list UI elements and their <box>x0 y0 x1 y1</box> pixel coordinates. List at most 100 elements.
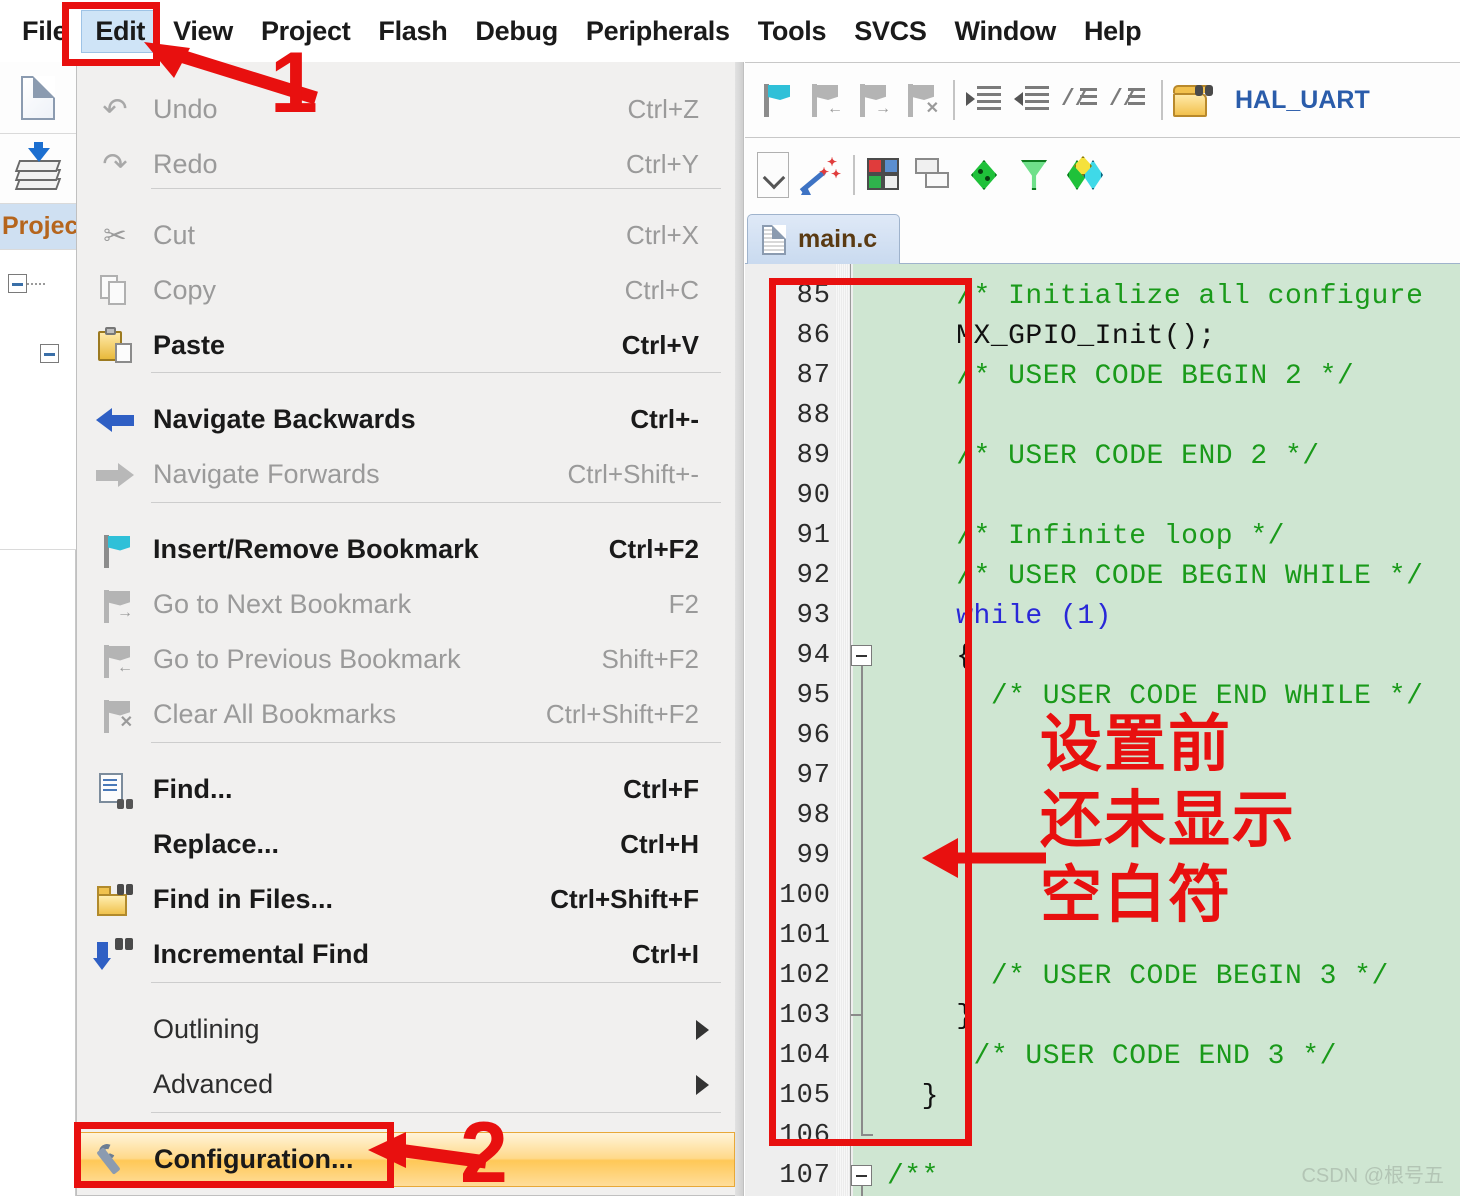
tab-main-c[interactable]: main.c <box>747 214 901 264</box>
fold-collapse-icon[interactable] <box>851 645 872 666</box>
fold-marker-cell[interactable] <box>837 676 887 716</box>
code-line[interactable]: 85 /* Initialize all configure <box>745 276 1460 316</box>
menu-item-incremental-find[interactable]: Incremental Find Ctrl+I <box>77 927 737 982</box>
fold-marker-cell[interactable] <box>837 356 887 396</box>
fold-marker-cell[interactable] <box>837 316 887 356</box>
manage-project-items-icon[interactable] <box>1065 156 1105 194</box>
fold-marker-cell[interactable] <box>837 1156 887 1196</box>
build-target-icon[interactable] <box>865 156 905 194</box>
menu-item-clear-all-bookmarks[interactable]: ✕ Clear All Bookmarks Ctrl+Shift+F2 <box>77 687 737 742</box>
code-line[interactable]: 90 <box>745 476 1460 516</box>
menu-item-redo[interactable]: ↷ Redo Ctrl+Y <box>77 137 737 192</box>
menu-item-paste[interactable]: Paste Ctrl+V <box>77 318 737 373</box>
fold-marker-cell[interactable] <box>837 436 887 476</box>
comment-block-icon[interactable]: // <box>1061 81 1099 119</box>
menubar-item-view[interactable]: View <box>159 10 247 53</box>
filter-icon[interactable] <box>1015 156 1055 194</box>
menu-scrollbar[interactable] <box>735 62 743 1196</box>
menubar-item-project[interactable]: Project <box>247 10 364 53</box>
code-line[interactable]: 91 /* Infinite loop */ <box>745 516 1460 556</box>
fold-marker-cell[interactable] <box>837 916 887 956</box>
code-line[interactable]: 99 <box>745 836 1460 876</box>
tree-node-root[interactable] <box>8 274 45 293</box>
code-line[interactable]: 93 while (1) <box>745 596 1460 636</box>
fold-marker-cell[interactable] <box>837 996 887 1036</box>
menubar-item-flash[interactable]: Flash <box>364 10 461 53</box>
menubar-item-edit[interactable]: Edit <box>81 9 160 53</box>
menubar-item-tools[interactable]: Tools <box>744 10 841 53</box>
menu-item-advanced[interactable]: Advanced <box>77 1057 737 1112</box>
code-line[interactable]: 88 <box>745 396 1460 436</box>
dropdown-arrow-icon[interactable] <box>757 152 789 198</box>
fold-marker-cell[interactable] <box>837 756 887 796</box>
batch-build-icon[interactable] <box>915 156 955 194</box>
menu-item-insert-remove-bookmark[interactable]: Insert/Remove Bookmark Ctrl+F2 <box>77 522 737 577</box>
fold-marker-cell[interactable] <box>837 596 887 636</box>
fold-marker-cell[interactable] <box>837 796 887 836</box>
menu-item-copy[interactable]: Copy Ctrl+C <box>77 263 737 318</box>
fold-marker-cell[interactable] <box>837 716 887 756</box>
project-tree[interactable] <box>0 250 76 550</box>
menu-item-go-to-next-bookmark[interactable]: → Go to Next Bookmark F2 <box>77 577 737 632</box>
code-line[interactable]: 105 } <box>745 1076 1460 1116</box>
tree-collapse-icon-child[interactable] <box>40 344 59 363</box>
code-line[interactable]: 103 } <box>745 996 1460 1036</box>
menu-item-go-to-previous-bookmark[interactable]: ← Go to Previous Bookmark Shift+F2 <box>77 632 737 687</box>
fold-marker-cell[interactable] <box>837 276 887 316</box>
fold-marker-cell[interactable] <box>837 1076 887 1116</box>
indent-right-icon[interactable] <box>965 81 1003 119</box>
new-file-button[interactable] <box>0 62 76 134</box>
tree-collapse-icon[interactable] <box>8 274 27 293</box>
fold-marker-cell[interactable] <box>837 1116 887 1156</box>
code-line[interactable]: 98 <box>745 796 1460 836</box>
code-line[interactable]: 106 <box>745 1116 1460 1156</box>
go-to-previous-bookmark-icon[interactable]: ← <box>805 81 843 119</box>
code-line[interactable]: 101 <box>745 916 1460 956</box>
code-line[interactable]: 97 <box>745 756 1460 796</box>
menu-item-outlining[interactable]: Outlining <box>77 1002 737 1057</box>
code-line[interactable]: 87 /* USER CODE BEGIN 2 */ <box>745 356 1460 396</box>
menu-item-navigate-backwards[interactable]: Navigate Backwards Ctrl+- <box>77 392 737 447</box>
menu-item-cut[interactable]: ✂ Cut Ctrl+X <box>77 208 737 263</box>
menu-item-undo[interactable]: ↶ Undo Ctrl+Z <box>77 82 737 137</box>
menubar-item-debug[interactable]: Debug <box>461 10 572 53</box>
code-line[interactable]: 104 /* USER CODE END 3 */ <box>745 1036 1460 1076</box>
tree-node-child[interactable] <box>40 344 59 363</box>
menu-item-configuration[interactable]: Configuration... <box>77 1132 735 1187</box>
code-line[interactable]: 89 /* USER CODE END 2 */ <box>745 436 1460 476</box>
fold-marker-cell[interactable] <box>837 876 887 916</box>
fold-marker-cell[interactable] <box>837 836 887 876</box>
code-line[interactable]: 92 /* USER CODE BEGIN WHILE */ <box>745 556 1460 596</box>
menubar-item-help[interactable]: Help <box>1070 10 1155 53</box>
fold-collapse-icon[interactable] <box>851 1165 872 1186</box>
menubar-item-svcs[interactable]: SVCS <box>840 10 940 53</box>
fold-marker-cell[interactable] <box>837 636 887 676</box>
save-all-button[interactable] <box>0 134 76 204</box>
menubar-item-window[interactable]: Window <box>941 10 1070 53</box>
code-line[interactable]: 100 <box>745 876 1460 916</box>
code-line[interactable]: 96 <box>745 716 1460 756</box>
code-line[interactable]: 102 /* USER CODE BEGIN 3 */ <box>745 956 1460 996</box>
options-target-icon[interactable] <box>965 156 1005 194</box>
code-line[interactable]: 86 MX_GPIO_Init(); <box>745 316 1460 356</box>
menubar-item-peripherals[interactable]: Peripherals <box>572 10 744 53</box>
fold-marker-cell[interactable] <box>837 516 887 556</box>
project-pane-tab[interactable]: Projec <box>0 204 76 250</box>
menu-item-find-in-files[interactable]: Find in Files... Ctrl+Shift+F <box>77 872 737 927</box>
menu-item-navigate-forwards[interactable]: Navigate Forwards Ctrl+Shift+- <box>77 447 737 502</box>
uncomment-block-icon[interactable]: // <box>1109 81 1147 119</box>
fold-marker-cell[interactable] <box>837 476 887 516</box>
menu-item-replace[interactable]: Replace... Ctrl+H <box>77 817 737 872</box>
code-editor[interactable]: 85 /* Initialize all configure 86 MX_GPIO… <box>745 264 1460 1196</box>
find-in-files-icon[interactable] <box>1173 81 1213 119</box>
configure-wizard-icon[interactable]: ✦ ✦ ✦ <box>799 155 841 195</box>
menubar-item-file[interactable]: File <box>8 10 81 53</box>
indent-left-icon[interactable] <box>1013 81 1051 119</box>
code-line[interactable]: 94 { <box>745 636 1460 676</box>
go-to-next-bookmark-icon[interactable]: → <box>853 81 891 119</box>
fold-marker-cell[interactable] <box>837 1036 887 1076</box>
fold-marker-cell[interactable] <box>837 556 887 596</box>
clear-all-bookmarks-icon[interactable]: ✕ <box>901 81 939 119</box>
code-line[interactable]: 95 /* USER CODE END WHILE */ <box>745 676 1460 716</box>
menu-item-find[interactable]: Find... Ctrl+F <box>77 762 737 817</box>
